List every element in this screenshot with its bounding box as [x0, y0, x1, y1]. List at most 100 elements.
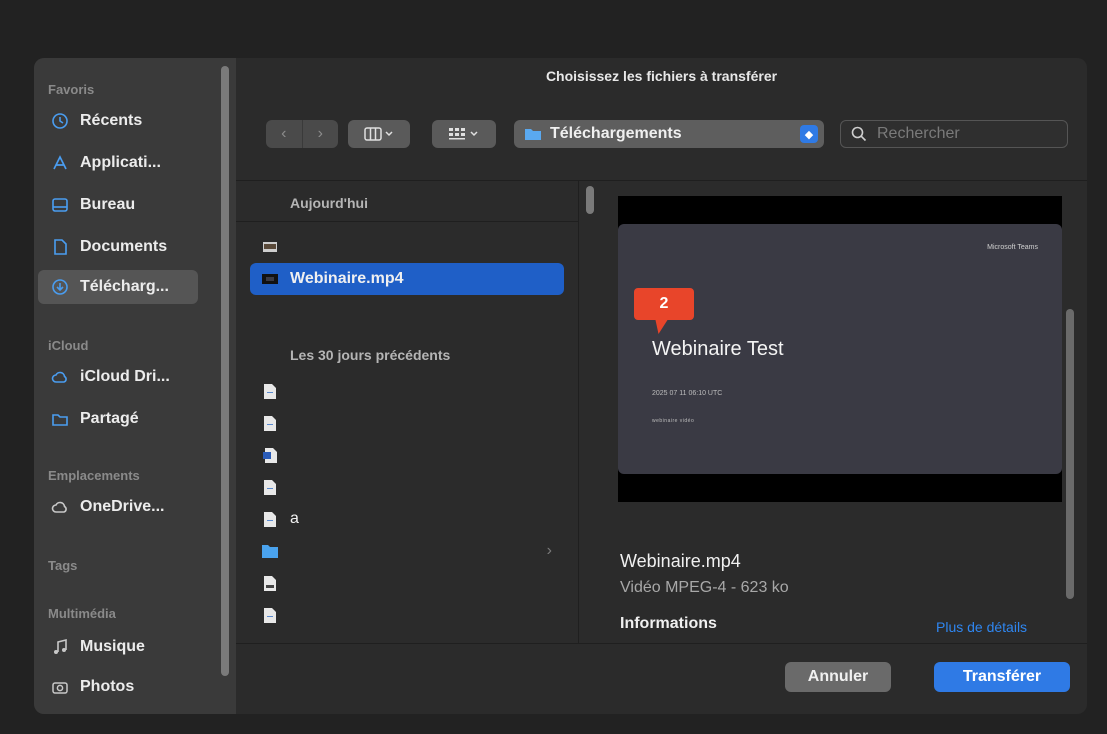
sidebar-item-label: Partagé — [80, 410, 139, 427]
sidebar-item-telechargements[interactable]: Télécharg... — [38, 270, 198, 304]
sidebar-item-onedrive[interactable]: OneDrive... — [38, 490, 198, 524]
view-columns-button[interactable] — [348, 120, 410, 148]
transfer-button[interactable]: Transférer — [934, 662, 1070, 692]
cloud-icon — [50, 367, 70, 387]
sidebar-section-favoris: Favoris — [48, 82, 95, 97]
cloud-icon — [50, 497, 70, 517]
file-row[interactable] — [250, 439, 564, 471]
sidebar-item-label: OneDrive... — [80, 498, 165, 515]
preview-info-heading: Informations — [620, 615, 717, 632]
nav-buttons: ‹ › — [266, 120, 338, 148]
file-name: Webinaire.mp4 — [290, 270, 404, 287]
divider — [236, 221, 578, 222]
word-document-icon — [262, 447, 278, 463]
group-by-button[interactable] — [432, 120, 496, 148]
desktop-icon — [50, 195, 70, 215]
file-row[interactable] — [250, 567, 564, 599]
music-note-icon — [50, 637, 70, 657]
video-thumbnail-icon — [262, 271, 278, 287]
location-label: Téléchargements — [550, 125, 682, 142]
plain-document-icon — [262, 575, 278, 591]
toolbar: ‹ › Téléchargements ◆ — [236, 118, 1087, 150]
file-row[interactable] — [250, 375, 564, 407]
cancel-button[interactable]: Annuler — [785, 662, 891, 692]
apps-icon — [50, 153, 70, 173]
file-row-folder[interactable]: › — [250, 535, 564, 567]
file-row-selected[interactable]: Webinaire.mp4 — [250, 263, 564, 295]
sidebar-item-partage[interactable]: Partagé — [38, 402, 198, 436]
camera-icon — [50, 677, 70, 697]
main-area: Choisissez les fichiers à transférer ‹ ›… — [236, 58, 1087, 714]
file-row[interactable]: a — [250, 503, 564, 535]
sidebar-section-multimedia: Multimédia — [48, 606, 116, 621]
forward-button[interactable]: › — [301, 120, 339, 148]
sidebar-section-emplacements: Emplacements — [48, 468, 140, 483]
sidebar-item-label: Récents — [80, 112, 143, 129]
text-document-icon — [262, 415, 278, 431]
sidebar-item-label: Applicati... — [80, 154, 161, 171]
sidebar-item-icloud-drive[interactable]: iCloud Dri... — [38, 360, 198, 394]
sidebar-item-label: iCloud Dri... — [80, 368, 170, 385]
sidebar-item-label: Musique — [80, 638, 145, 655]
text-document-icon — [262, 383, 278, 399]
sidebar-item-recents[interactable]: Récents — [38, 104, 198, 138]
chevron-updown-icon: ◆ — [800, 125, 818, 143]
file-row[interactable] — [250, 231, 564, 263]
image-thumbnail-icon — [262, 239, 278, 255]
sidebar-section-icloud: iCloud — [48, 338, 89, 353]
text-document-icon — [262, 479, 278, 495]
search-field[interactable] — [840, 120, 1068, 148]
sidebar-item-label: Télécharg... — [80, 278, 169, 295]
folder-icon — [525, 129, 541, 140]
slide-date: 2025 07 11 06:10 UTC — [652, 390, 723, 397]
sidebar-item-label: Documents — [80, 238, 168, 255]
clock-icon — [50, 111, 70, 131]
sidebar-section-tags: Tags — [48, 558, 78, 573]
text-document-icon — [262, 511, 278, 527]
slide-brand: Microsoft Teams — [987, 244, 1038, 251]
dialog-title: Choisissez les fichiers à transférer — [545, 68, 778, 84]
search-input[interactable] — [875, 124, 1049, 144]
divider — [236, 643, 1087, 644]
back-button[interactable]: ‹ — [266, 120, 302, 148]
sidebar-item-bureau[interactable]: Bureau — [38, 188, 198, 222]
sidebar-item-musique[interactable]: Musique — [38, 630, 198, 664]
sidebar-item-documents[interactable]: Documents — [38, 230, 198, 264]
download-icon — [50, 277, 70, 297]
shared-folder-icon — [50, 409, 70, 429]
search-icon — [851, 126, 867, 142]
slide-title: Webinaire Test — [652, 338, 784, 360]
preview-file-name: Webinaire.mp4 — [620, 551, 741, 571]
document-icon — [50, 237, 70, 257]
slide-subtitle: webinaire vidéo — [652, 418, 695, 424]
video-preview[interactable]: Microsoft Teams Webinaire Test 2025 07 1… — [618, 196, 1062, 502]
file-name: a — [290, 510, 299, 527]
sidebar-item-photos[interactable]: Photos — [38, 670, 198, 704]
file-list: Aujourd'hui Webinaire.mp4 Les 30 jours p… — [236, 181, 579, 643]
file-row[interactable] — [250, 407, 564, 439]
chevron-right-icon: › — [317, 125, 323, 142]
annotation-badge: 2 — [634, 288, 694, 320]
file-row[interactable] — [250, 599, 564, 631]
location-popup[interactable]: Téléchargements ◆ — [514, 120, 824, 148]
sidebar-scrollbar[interactable] — [221, 66, 229, 676]
preview-pane: Microsoft Teams Webinaire Test 2025 07 1… — [584, 181, 1074, 643]
grid-view-icon — [449, 128, 478, 140]
group-header-today: Aujourd'hui — [290, 195, 368, 211]
folder-icon — [262, 543, 278, 559]
file-picker-dialog: Favoris Récents Applicati... Bureau Docu… — [34, 58, 1087, 714]
preview-file-type: Vidéo MPEG-4 - 623 ko — [620, 579, 789, 596]
chevron-left-icon: ‹ — [281, 125, 287, 142]
sidebar-item-label: Photos — [80, 678, 135, 695]
sidebar-item-label: Bureau — [80, 196, 136, 213]
more-details-link[interactable]: Plus de détails — [936, 619, 1027, 635]
file-row[interactable] — [250, 471, 564, 503]
slide-frame: Microsoft Teams Webinaire Test 2025 07 1… — [618, 224, 1062, 474]
sidebar-item-applications[interactable]: Applicati... — [38, 146, 198, 180]
chevron-right-icon: › — [546, 542, 552, 559]
group-header-previous: Les 30 jours précédents — [290, 347, 451, 363]
text-document-icon — [262, 607, 278, 623]
columns-view-icon — [364, 127, 393, 141]
preview-scrollbar[interactable] — [1066, 309, 1074, 599]
sidebar: Favoris Récents Applicati... Bureau Docu… — [34, 58, 236, 714]
